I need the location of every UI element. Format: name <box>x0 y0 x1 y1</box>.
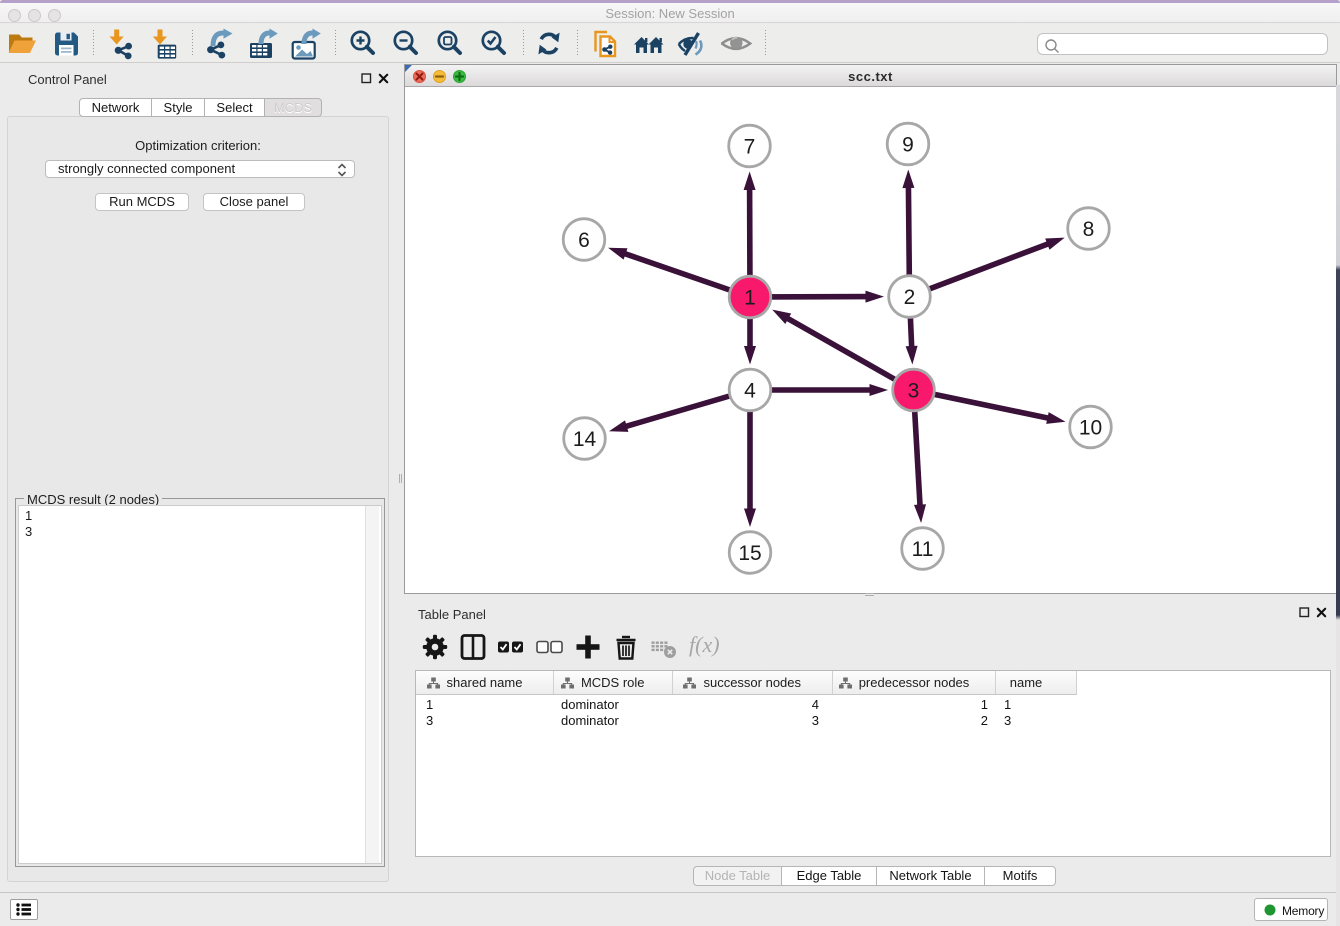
svg-text:7: 7 <box>744 136 756 159</box>
svg-text:10: 10 <box>1079 417 1102 440</box>
svg-text:1: 1 <box>744 287 756 310</box>
svg-text:3: 3 <box>908 380 920 403</box>
svg-text:11: 11 <box>912 538 934 561</box>
svg-text:6: 6 <box>578 229 590 252</box>
svg-text:15: 15 <box>738 542 761 565</box>
svg-text:8: 8 <box>1083 218 1095 241</box>
svg-text:4: 4 <box>744 380 756 403</box>
svg-text:14: 14 <box>573 428 597 451</box>
svg-text:9: 9 <box>902 134 914 157</box>
svg-text:2: 2 <box>904 286 916 309</box>
